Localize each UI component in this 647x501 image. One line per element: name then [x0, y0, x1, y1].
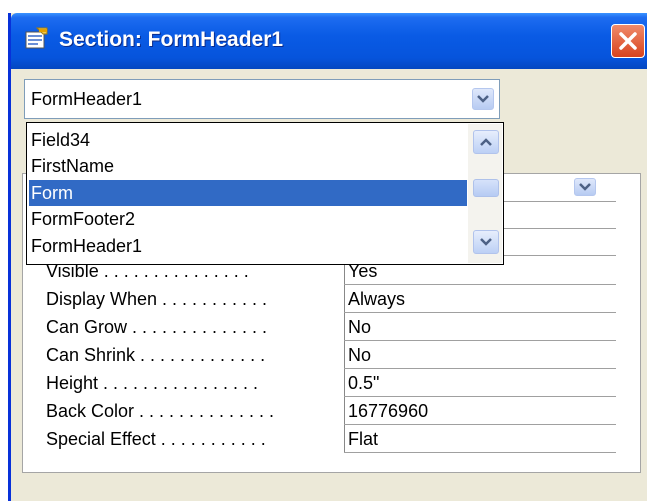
property-row-special-effect[interactable]: Special Effect . . . . . . . . . . . Fla… [22, 425, 616, 453]
property-value[interactable]: 0.5" [344, 369, 616, 397]
property-value[interactable]: 16776960 [344, 397, 616, 425]
scroll-thumb[interactable] [473, 179, 499, 197]
list-item[interactable]: FormFooter2 [29, 206, 467, 232]
property-label: Back Color . . . . . . . . . . . . . . [46, 401, 275, 421]
object-selector-value: FormHeader1 [31, 89, 143, 109]
property-value[interactable]: Always [344, 285, 616, 313]
property-row-can-shrink[interactable]: Can Shrink . . . . . . . . . . . . . No [22, 341, 616, 369]
scroll-down-button[interactable] [473, 230, 499, 254]
property-label: Display When . . . . . . . . . . . [46, 289, 268, 309]
property-value[interactable]: No [344, 313, 616, 341]
property-label: Can Grow . . . . . . . . . . . . . . [46, 317, 268, 337]
property-value[interactable]: No [344, 341, 616, 369]
property-row-height[interactable]: Height . . . . . . . . . . . . . . . . 0… [22, 369, 616, 397]
close-button[interactable] [611, 24, 645, 58]
window-title: Section: FormHeader1 [59, 28, 284, 51]
grid-line [344, 452, 616, 453]
close-icon [619, 32, 637, 50]
property-value[interactable]: Flat [344, 425, 616, 453]
chevron-down-icon [477, 95, 489, 103]
property-row-display-when[interactable]: Display When . . . . . . . . . . . Alway… [22, 285, 616, 313]
property-sheet-window: Section: FormHeader1 FormHeader1 Visible… [8, 13, 647, 501]
list-item[interactable]: FirstName [29, 153, 467, 179]
property-row-back-color[interactable]: Back Color . . . . . . . . . . . . . . 1… [22, 397, 616, 425]
chevron-down-icon [480, 238, 492, 246]
chevron-down-icon [579, 183, 591, 191]
object-selector-combo[interactable]: FormHeader1 [24, 79, 500, 119]
scroll-up-button[interactable] [473, 130, 499, 154]
object-selector-dropdown-button[interactable] [472, 88, 494, 110]
window-bottom-edge [11, 491, 647, 501]
chevron-up-icon [480, 138, 492, 146]
list-item[interactable]: Field34 [29, 127, 467, 153]
object-dropdown-list[interactable]: Field34 FirstName Form FormFooter2 FormH… [26, 122, 504, 265]
property-label: Height . . . . . . . . . . . . . . . . [46, 373, 259, 393]
properties-icon [25, 27, 48, 49]
property-row-can-grow[interactable]: Can Grow . . . . . . . . . . . . . . No [22, 313, 616, 341]
title-bar[interactable]: Section: FormHeader1 [11, 13, 647, 69]
property-label: Can Shrink . . . . . . . . . . . . . [46, 345, 266, 365]
list-item-selected[interactable]: Form [29, 180, 467, 206]
tab-dropdown-button[interactable] [574, 178, 596, 196]
property-label: Special Effect . . . . . . . . . . . [46, 429, 266, 449]
list-item[interactable]: FormHeader1 [29, 233, 467, 259]
list-scrollbar[interactable] [468, 124, 502, 263]
